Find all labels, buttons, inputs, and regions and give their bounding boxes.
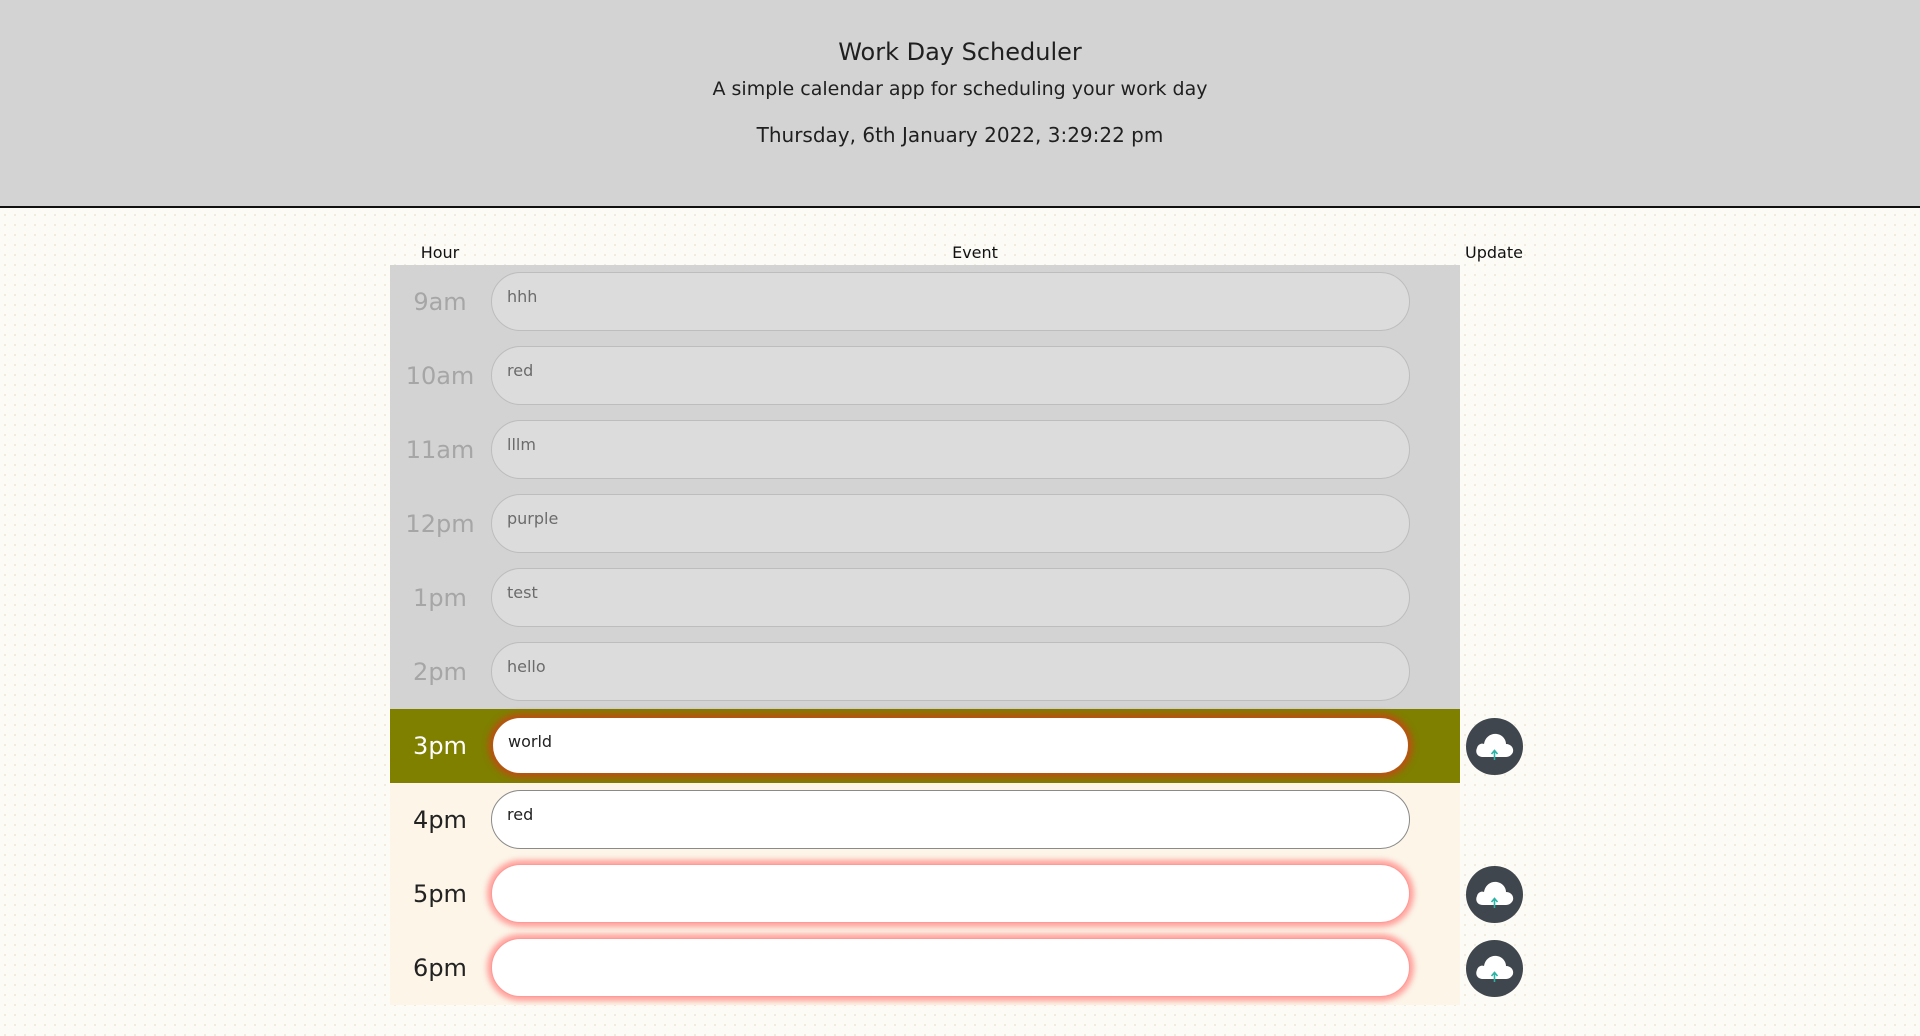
event-text: hhh — [507, 287, 538, 306]
event-input[interactable]: lllm — [491, 420, 1410, 479]
hour-label: 1pm — [413, 584, 467, 612]
time-block-row: 3pm world — [390, 709, 1523, 783]
schedule-table: 9am hhh 10am red 11am lllm 12pm purple 1… — [390, 265, 1523, 1005]
time-block-row: 12pm purple — [390, 487, 1460, 561]
time-block-row: 5pm — [390, 857, 1523, 931]
save-button[interactable] — [1466, 940, 1523, 997]
page-header: Work Day Scheduler A simple calendar app… — [0, 0, 1920, 208]
event-text: lllm — [507, 435, 536, 454]
event-text: purple — [507, 509, 559, 528]
event-input[interactable] — [491, 938, 1410, 997]
hour-label: 11am — [405, 436, 475, 464]
hour-label: 5pm — [413, 880, 467, 908]
cloud-upload-icon — [1476, 881, 1514, 908]
hour-label: 2pm — [413, 658, 467, 686]
hour-label: 3pm — [413, 732, 467, 760]
event-text: hello — [507, 657, 546, 676]
column-header-hour: Hour — [420, 243, 460, 262]
save-button[interactable] — [1466, 866, 1523, 923]
event-text: world — [508, 732, 553, 751]
event-input[interactable]: hello — [491, 642, 1410, 701]
event-text: test — [507, 583, 538, 602]
column-header-event: Event — [952, 243, 998, 262]
current-date-time: Thursday, 6th January 2022, 3:29:22 pm — [756, 123, 1164, 147]
time-block-row: 4pm red — [390, 783, 1460, 857]
event-input[interactable] — [491, 864, 1410, 923]
time-block-row: 1pm test — [390, 561, 1460, 635]
hour-label: 10am — [405, 362, 475, 390]
page-title: Work Day Scheduler — [838, 38, 1082, 66]
time-block-row: 9am hhh — [390, 265, 1460, 339]
event-input[interactable]: hhh — [491, 272, 1410, 331]
event-text — [507, 865, 1394, 879]
hour-label: 12pm — [405, 510, 475, 538]
time-block-row: 11am lllm — [390, 413, 1460, 487]
time-block-row: 10am red — [390, 339, 1460, 413]
column-header-update: Update — [1465, 243, 1523, 262]
event-text — [507, 939, 1394, 953]
time-block-row: 6pm — [390, 931, 1523, 1005]
event-input[interactable]: red — [491, 346, 1410, 405]
cloud-upload-icon — [1476, 955, 1514, 982]
cloud-upload-icon — [1476, 733, 1514, 760]
event-input[interactable]: test — [491, 568, 1410, 627]
event-input[interactable]: purple — [491, 494, 1410, 553]
event-text: red — [507, 361, 534, 380]
hour-label: 9am — [413, 288, 467, 316]
time-block-row: 2pm hello — [390, 635, 1460, 709]
event-text: red — [507, 805, 534, 824]
event-input[interactable]: world — [491, 716, 1410, 775]
save-button[interactable] — [1466, 718, 1523, 775]
hour-label: 6pm — [413, 954, 467, 982]
event-input[interactable]: red — [491, 790, 1410, 849]
page-subtitle: A simple calendar app for scheduling you… — [712, 78, 1208, 100]
hour-label: 4pm — [413, 806, 467, 834]
